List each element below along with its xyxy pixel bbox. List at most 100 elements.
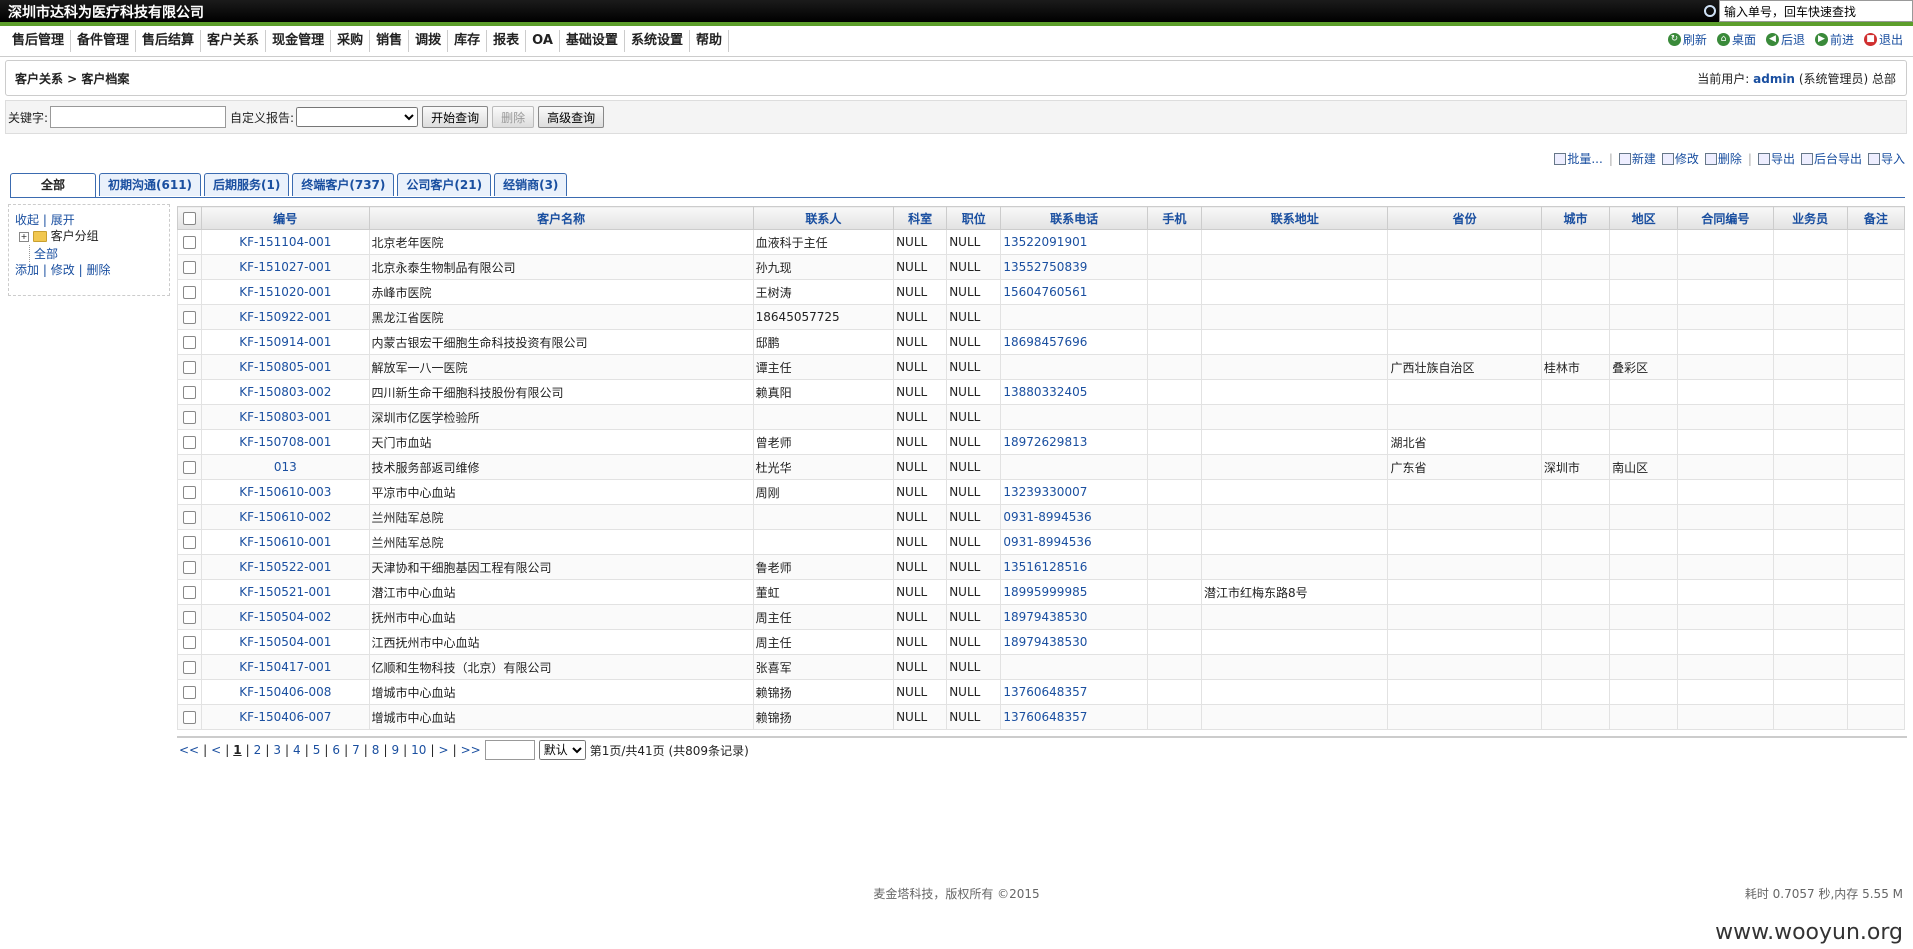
cell-编号[interactable]: KF-151020-001 — [201, 279, 370, 305]
cell-编号[interactable]: KF-150610-001 — [201, 529, 370, 555]
cell-编号[interactable]: KF-150914-001 — [201, 329, 370, 355]
action-1[interactable]: 新建 — [1618, 150, 1656, 167]
action-4[interactable]: 导出 — [1757, 150, 1795, 167]
advanced-query-button[interactable]: 高级查询 — [538, 106, 605, 128]
page-link[interactable]: 8 — [372, 743, 380, 757]
row-checkbox[interactable] — [183, 536, 197, 549]
page-link[interactable]: >> — [461, 743, 481, 757]
menu-item-10[interactable]: OA — [526, 30, 560, 52]
column-header[interactable]: 联系地址 — [1200, 206, 1389, 230]
row-checkbox[interactable] — [183, 286, 197, 299]
action-6[interactable]: 导入 — [1867, 150, 1905, 167]
tool-2[interactable]: ◀ 后退 — [1765, 31, 1805, 48]
cell-编号[interactable]: KF-150805-001 — [201, 354, 370, 380]
table-row[interactable]: KF-150610-003 平凉市中心血站 周刚 NULL NULL 1323933000… — [176, 479, 1906, 505]
tab-2[interactable]: 后期服务(1) — [204, 173, 290, 196]
row-checkbox[interactable] — [183, 486, 197, 499]
column-header[interactable]: 联系电话 — [1000, 206, 1148, 230]
table-row[interactable]: KF-150914-001 内蒙古银宏干细胞生命科技投资有限公司 邸鹏 NULL NUL… — [176, 329, 1906, 355]
row-checkbox[interactable] — [183, 411, 197, 424]
column-header[interactable]: 手机 — [1146, 206, 1202, 230]
menu-item-9[interactable]: 报表 — [487, 30, 527, 52]
action-2[interactable]: 修改 — [1661, 150, 1699, 167]
row-checkbox[interactable] — [183, 236, 197, 249]
row-checkbox[interactable] — [183, 636, 197, 649]
tab-0[interactable]: 全部 — [10, 173, 97, 197]
cell-编号[interactable]: KF-150708-001 — [201, 429, 370, 455]
tool-1[interactable]: ⌂ 桌面 — [1716, 31, 1756, 48]
menu-item-11[interactable]: 基础设置 — [560, 30, 625, 52]
select-all-checkbox[interactable] — [183, 212, 197, 225]
row-checkbox[interactable] — [183, 561, 197, 574]
page-link[interactable]: 10 — [411, 743, 426, 757]
cell-编号[interactable]: KF-150803-002 — [201, 379, 370, 405]
cell-编号[interactable]: KF-150504-002 — [201, 604, 370, 630]
row-checkbox[interactable] — [183, 711, 197, 724]
table-row[interactable]: KF-150504-001 江西抚州市中心血站 周主任 NULL NULL 1897943… — [176, 629, 1906, 655]
menu-item-5[interactable]: 采购 — [331, 30, 371, 52]
page-link[interactable]: 7 — [352, 743, 360, 757]
menu-item-2[interactable]: 售后结算 — [136, 30, 202, 52]
tool-4[interactable]: ■ 退出 — [1863, 31, 1903, 48]
cell-编号[interactable]: KF-150521-001 — [201, 579, 370, 605]
start-query-button[interactable]: 开始查询 — [422, 106, 489, 128]
row-checkbox[interactable] — [183, 586, 197, 599]
tab-5[interactable]: 经销商(3) — [494, 173, 568, 196]
table-row[interactable]: KF-150406-007 增城市中心血站 赖锦扬 NULL NULL 137606483… — [176, 704, 1906, 730]
column-header[interactable]: 职位 — [946, 206, 1002, 230]
column-header[interactable]: 科室 — [893, 206, 948, 230]
row-checkbox[interactable] — [183, 361, 197, 374]
page-link[interactable]: 9 — [391, 743, 399, 757]
table-row[interactable]: KF-150922-001 黑龙江省医院 18645057725 NULL NULL — [176, 304, 1906, 330]
table-row[interactable]: KF-151104-001 北京老年医院 血液科于主任 NULL NULL 1352209… — [176, 229, 1906, 255]
row-checkbox[interactable] — [183, 686, 197, 699]
keyword-input[interactable] — [50, 106, 227, 128]
action-0[interactable]: 批量... — [1554, 150, 1603, 167]
table-row[interactable]: 013 技术服务部返司维修 杜光华 NULL NULL 广东省 深圳市 南山区 — [176, 454, 1906, 480]
cell-编号[interactable]: KF-150803-001 — [201, 404, 370, 430]
menu-item-12[interactable]: 系统设置 — [625, 30, 690, 52]
expand-link[interactable]: 展开 — [51, 213, 75, 227]
tab-1[interactable]: 初期沟通(611) — [99, 173, 202, 196]
page-input[interactable] — [484, 740, 535, 760]
page-link[interactable]: 6 — [332, 743, 340, 757]
tree-edit-link[interactable]: 修改 — [51, 263, 75, 277]
column-header[interactable]: 编号 — [201, 206, 370, 230]
tool-0[interactable]: ↻ 刷新 — [1667, 31, 1707, 48]
action-5[interactable]: 后台导出 — [1800, 150, 1862, 167]
table-row[interactable]: KF-150522-001 天津协和干细胞基因工程有限公司 鲁老师 NULL NULL 1… — [176, 554, 1906, 580]
page-link[interactable]: 5 — [313, 743, 321, 757]
collapse-link[interactable]: 收起 — [15, 213, 39, 227]
cell-编号[interactable]: 013 — [201, 454, 370, 480]
menu-item-1[interactable]: 备件管理 — [71, 30, 137, 52]
row-checkbox[interactable] — [183, 311, 197, 324]
row-checkbox[interactable] — [183, 461, 197, 474]
row-checkbox[interactable] — [183, 661, 197, 674]
column-header[interactable]: 客户名称 — [368, 206, 754, 230]
cell-编号[interactable]: KF-150610-002 — [201, 504, 370, 530]
cell-编号[interactable]: KF-150504-001 — [201, 629, 370, 655]
cell-编号[interactable]: KF-150922-001 — [201, 304, 370, 330]
sort-select[interactable]: 默认 — [538, 740, 586, 760]
tree-all-link[interactable]: 全部 — [34, 247, 58, 261]
table-row[interactable]: KF-150521-001 潜江市中心血站 董虹 NULL NULL 1899599998… — [176, 579, 1906, 605]
tree-add-link[interactable]: 添加 — [15, 263, 39, 277]
tab-3[interactable]: 终端客户(737) — [292, 173, 395, 196]
row-checkbox[interactable] — [183, 611, 197, 624]
menu-item-8[interactable]: 库存 — [448, 30, 488, 52]
menu-item-3[interactable]: 客户关系 — [201, 30, 267, 52]
page-link[interactable]: > — [439, 743, 449, 757]
cell-编号[interactable]: KF-151104-001 — [201, 229, 370, 255]
row-checkbox[interactable] — [183, 261, 197, 274]
column-header[interactable]: 备注 — [1846, 206, 1906, 230]
cell-编号[interactable]: KF-150417-001 — [201, 654, 370, 680]
column-header[interactable]: 地区 — [1609, 206, 1679, 230]
table-row[interactable]: KF-150610-001 兰州陆军总院 NULL NULL 0931-8994536 — [176, 529, 1906, 555]
column-header[interactable]: 城市 — [1540, 206, 1611, 230]
table-row[interactable]: KF-151027-001 北京永泰生物制品有限公司 孙九现 NULL NULL 1355… — [176, 254, 1906, 280]
menu-item-4[interactable]: 现金管理 — [266, 30, 332, 52]
page-link[interactable]: 3 — [273, 743, 281, 757]
table-row[interactable]: KF-151020-001 赤峰市医院 王树涛 NULL NULL 15604760561 — [176, 279, 1906, 305]
tree-group-label[interactable]: 客户分组 — [51, 229, 99, 243]
page-link[interactable]: 2 — [254, 743, 262, 757]
